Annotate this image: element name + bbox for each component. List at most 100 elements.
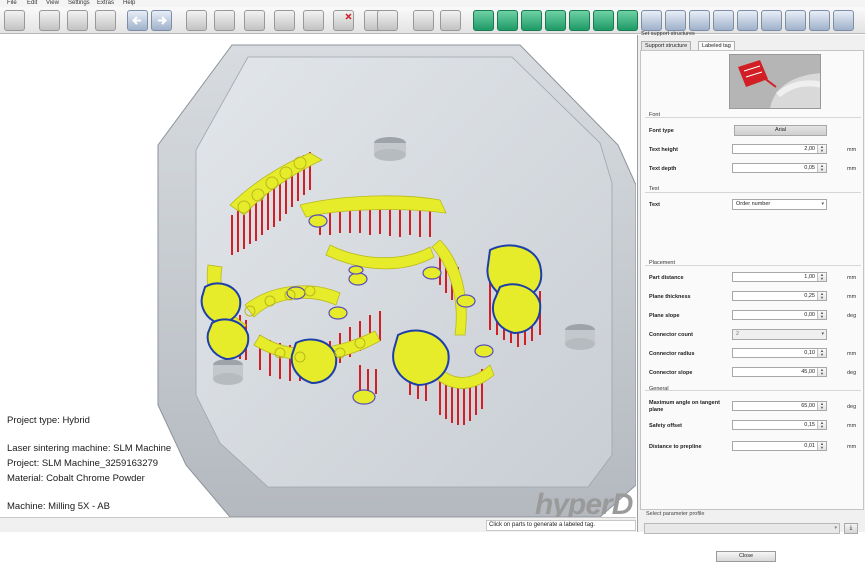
part-tool-icon[interactable] [214,10,235,31]
section-general: General [649,386,669,392]
menu-extras[interactable]: Extras [97,0,114,7]
connector-count-label: Connector count [649,332,693,338]
menu-settings[interactable]: Settings [68,0,90,7]
spinner-arrows-icon[interactable]: ▲ ▼ [817,292,826,300]
forward-arrow-icon[interactable] [151,10,172,31]
unit-label: deg [847,313,857,319]
max-angle-input[interactable]: 65,00 ▲ ▼ [732,401,827,411]
connector-slope-label: Connector slope [649,370,693,376]
tool-icon[interactable] [809,10,830,31]
open-icon[interactable] [4,10,25,31]
load-icon: ⤓ [849,525,853,531]
unit-label: mm [847,147,857,153]
plane-thickness-label: Plane thickness [649,294,691,300]
plane-thickness-input[interactable]: 0,25 ▲ ▼ [732,291,827,301]
toolbar [0,7,865,34]
load-profile-button[interactable]: ⤓ [844,523,858,534]
material-text: Material: Cobalt Chrome Powder [7,473,145,484]
delete-part-icon[interactable] [333,10,354,31]
close-button[interactable]: Close [716,551,776,562]
max-angle-label-line2: plane [649,407,664,413]
labeled-tag-settings: Font Font type Arial Text height 2,00 ▲ ▼ … [640,50,864,510]
spinner-arrows-icon[interactable]: ▲ ▼ [817,273,826,281]
menu-view[interactable]: View [46,0,59,7]
spinner-arrows-icon[interactable]: ▲ ▼ [817,349,826,357]
spinner-arrows-icon[interactable]: ▲ ▼ [817,402,826,410]
tool-icon[interactable] [665,10,686,31]
menu-bar: File Edit View Settings Extras Help [0,0,865,7]
download-icon[interactable] [67,10,88,31]
unit-label: mm [847,351,857,357]
text-depth-input[interactable]: 0,05 ▲ ▼ [732,163,827,173]
distance-preline-input[interactable]: 0,01 ▲ ▼ [732,441,827,451]
tool-icon[interactable] [785,10,806,31]
view-bottom-icon[interactable] [593,10,614,31]
spinner-arrows-icon[interactable]: ▲ ▼ [817,442,826,450]
part-tool-icon[interactable] [274,10,295,31]
part-tool-icon[interactable] [440,10,461,31]
safety-offset-input[interactable]: 0,15 ▲ ▼ [732,420,827,430]
spinner-arrows-icon[interactable]: ▲ ▼ [817,145,826,153]
part-distance-input[interactable]: 1,00 ▲ ▼ [732,272,827,282]
chevron-down-icon: ▾ [821,331,824,337]
tool-icon[interactable] [689,10,710,31]
crown [200,282,242,325]
tool-icon[interactable] [641,10,662,31]
project-type-text: Project type: Hybrid [7,415,90,426]
parameter-profile-select[interactable]: ▾ [644,523,840,534]
text-select[interactable]: Order number ▾ [732,199,827,210]
machine-text: Laser sintering machine: SLM Machine [7,443,172,454]
print-icon[interactable] [95,10,116,31]
tab-labeled-tag[interactable]: Labeled tag [698,41,735,50]
tool-icon[interactable] [713,10,734,31]
back-arrow-icon[interactable] [127,10,148,31]
text-height-input[interactable]: 2,00 ▲ ▼ [732,144,827,154]
connector-slope-input[interactable]: 45,00 ▲ ▼ [732,367,827,377]
spinner-arrows-icon[interactable]: ▲ ▼ [817,368,826,376]
crown [206,318,250,361]
tool-icon[interactable] [833,10,854,31]
view-left-icon[interactable] [521,10,542,31]
spinner-arrows-icon[interactable]: ▲ ▼ [817,311,826,319]
view-top-icon[interactable] [569,10,590,31]
safety-offset-label: Safety offset [649,423,683,429]
section-placement: Placement [649,260,675,266]
connector-radius-input[interactable]: 0,10 ▲ ▼ [732,348,827,358]
save-icon[interactable] [39,10,60,31]
part-tool-icon[interactable] [186,10,207,31]
view-right-icon[interactable] [545,10,566,31]
connector-count-select[interactable]: 2 ▾ [732,329,827,340]
divider [645,390,861,391]
font-type-button[interactable]: Arial [734,125,827,136]
tool-icon[interactable] [737,10,758,31]
tab-support-structure[interactable]: Support structure [641,41,692,50]
menu-file[interactable]: File [7,0,17,7]
unit-label: deg [847,404,857,410]
spinner-arrows-icon[interactable]: ▲ ▼ [817,421,826,429]
3d-viewport[interactable]: Project type: Hybrid Laser sintering mac… [0,35,636,531]
chevron-down-icon: ▾ [821,201,824,207]
plane-slope-input[interactable]: 0,00 ▲ ▼ [732,310,827,320]
part-tool-icon[interactable] [303,10,324,31]
unit-label: mm [847,166,857,172]
part-tool-icon[interactable] [244,10,265,31]
support-structures-panel: Set support structures Support structure… [637,31,865,562]
menu-help[interactable]: Help [123,0,135,7]
view-back-icon[interactable] [497,10,518,31]
section-font: Font [649,112,661,118]
measure-icon[interactable] [413,10,434,31]
text-depth-label: Text depth [649,166,677,172]
tool-icon[interactable] [761,10,782,31]
spinner-arrows-icon[interactable]: ▲ ▼ [817,164,826,172]
view-iso-icon[interactable] [617,10,638,31]
status-message: Click on parts to generate a labeled tag… [486,520,636,531]
divider [645,192,861,193]
panel-title: Set support structures [641,31,695,37]
holding-pin [374,137,406,161]
text-height-label: Text height [649,147,678,153]
menu-edit[interactable]: Edit [27,0,37,7]
section-text: Text [649,186,660,192]
part-tool-icon[interactable] [377,10,398,31]
view-front-icon[interactable] [473,10,494,31]
parameter-profile-label: Select parameter profile [646,511,705,517]
